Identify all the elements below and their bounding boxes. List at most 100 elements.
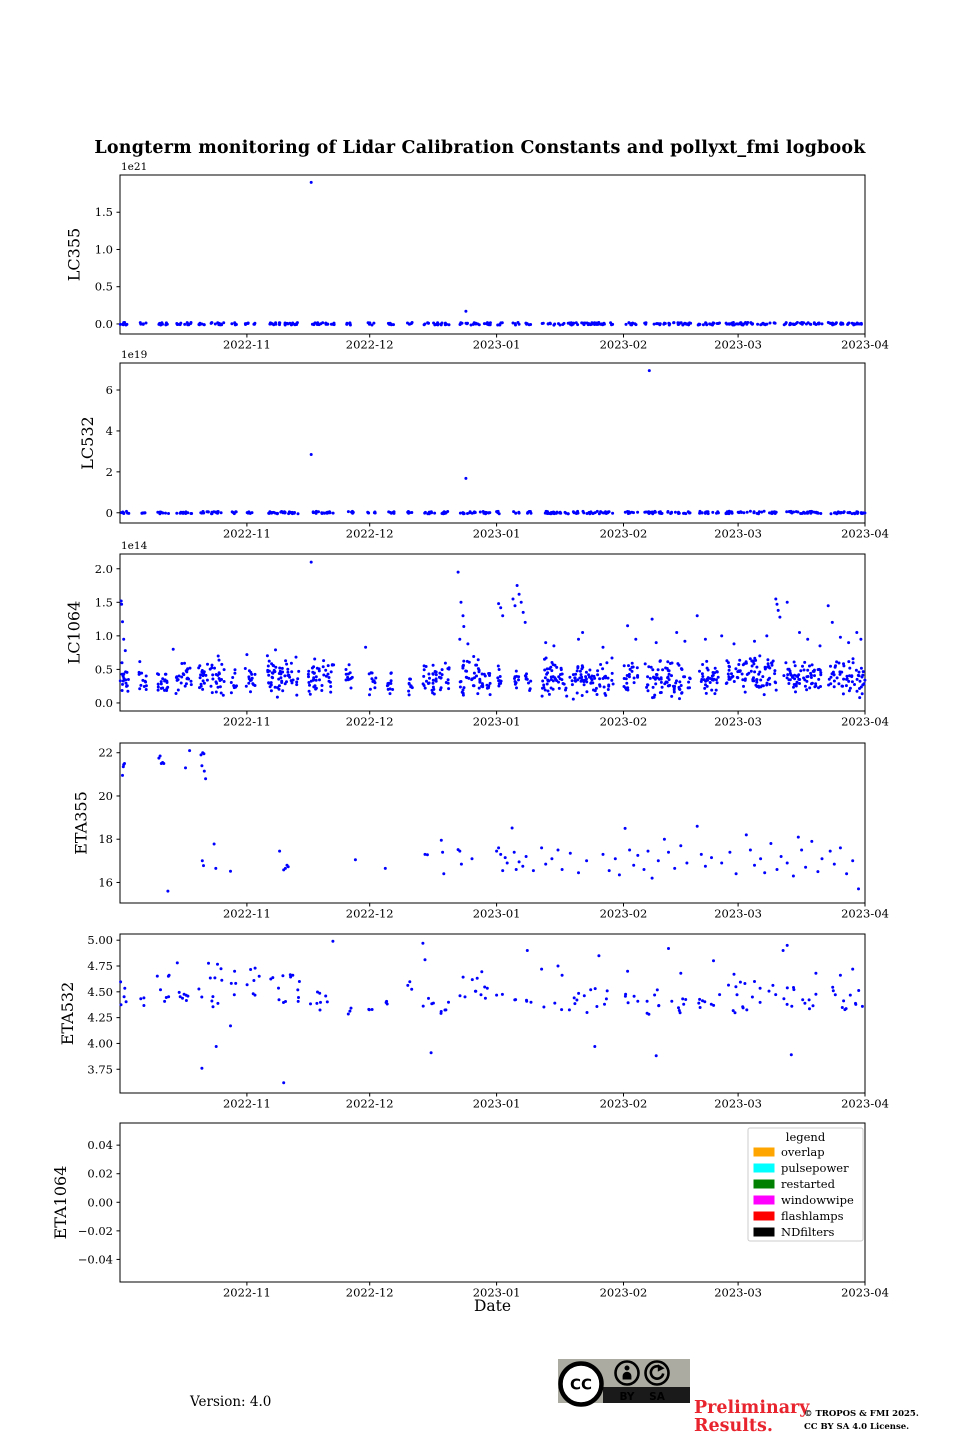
x-axis-title: Date <box>473 1297 512 1315</box>
y-tick-label: 5.00 <box>87 933 113 947</box>
scatter-points <box>119 939 864 1085</box>
legend-swatch-NDfilters <box>753 1227 775 1237</box>
x-tick-label: 2023-01 <box>473 1097 521 1111</box>
y-tick-label: 4.75 <box>87 959 113 973</box>
x-tick-label: 2023-03 <box>714 338 762 352</box>
legend-swatch-flashlamps <box>753 1211 775 1221</box>
y-tick-label: 6 <box>106 383 113 397</box>
y-tick-label: 2 <box>106 465 113 479</box>
x-tick-label: 2023-01 <box>473 907 521 921</box>
y-tick-label: 4.00 <box>87 1036 113 1050</box>
cc-license-badge: CC BY SA <box>558 1359 690 1407</box>
preliminary-line-2: Results. <box>694 1416 773 1436</box>
version-label: Version: 4.0 <box>190 1394 272 1410</box>
x-tick-label: 2023-03 <box>714 715 762 729</box>
x-tick-label: 2023-03 <box>714 907 762 921</box>
y-tick-label: 22 <box>98 746 113 760</box>
x-tick-label: 2023-04 <box>841 338 889 352</box>
y-tick-label: 3.75 <box>87 1062 113 1076</box>
y-tick-label: 1.0 <box>95 629 113 643</box>
by-label: BY <box>619 1391 634 1403</box>
x-tick-label: 2023-03 <box>714 1097 762 1111</box>
x-tick-label: 2022-12 <box>346 338 394 352</box>
y-tick-label: 18 <box>98 832 113 846</box>
y-axis-label-lc532: LC532 <box>78 416 97 469</box>
copyright-line-1: © TROPOS & FMI 2025. <box>804 1409 919 1419</box>
x-tick-label: 2023-03 <box>714 527 762 541</box>
figure-canvas: Longterm monitoring of Lidar Calibration… <box>0 0 960 1440</box>
chart-svg: 2022-11 2022-12 2023-01 2023-02 2023-03 2023-… <box>51 161 889 1300</box>
y-tick-label: 0.5 <box>95 280 113 294</box>
y-tick-label: 0.5 <box>95 662 113 676</box>
copyright-note: © TROPOS & FMI 2025. CC BY SA 4.0 Licens… <box>804 1408 919 1434</box>
y-tick-label: 4 <box>106 424 113 438</box>
x-tick-label: 2022-11 <box>223 715 271 729</box>
y-tick-label: 1.5 <box>95 205 113 219</box>
y-tick-label: −0.04 <box>78 1252 113 1266</box>
legend-label-overlap: overlap <box>781 1145 825 1159</box>
subplot-eta355: 2022-11 2022-12 2023-01 2023-02 2023-03 2023-… <box>71 742 889 921</box>
x-tick-label: 2023-02 <box>600 1097 648 1111</box>
y-axis-label-lc355: LC355 <box>65 228 84 281</box>
x-tick-label: 2023-02 <box>600 338 648 352</box>
subplot-eta532: 2022-11 2022-12 2023-01 2023-02 2023-03 2023-… <box>58 933 889 1110</box>
x-tick-label: 2022-11 <box>223 1097 271 1111</box>
y-tick-label: 0.0 <box>95 317 113 331</box>
y-tick-label: 1.0 <box>95 242 113 256</box>
x-tick-label: 2022-12 <box>346 527 394 541</box>
copyright-line-2: CC BY SA 4.0 License. <box>804 1422 910 1432</box>
x-tick-label: 2023-01 <box>473 338 521 352</box>
x-tick-label: 2023-02 <box>600 527 648 541</box>
y-axis-label-lc1064: LC1064 <box>65 601 84 665</box>
y-axis-offset-text: 1e14 <box>121 540 148 552</box>
legend-label-NDfilters: NDfilters <box>781 1225 835 1239</box>
cc-icon-label: CC <box>570 1376 592 1394</box>
y-axis-label-eta1064: ETA1064 <box>51 1166 70 1240</box>
subplot-lc355: 2022-11 2022-12 2023-01 2023-02 2023-03 2023-… <box>65 161 889 352</box>
y-axis-label-eta355: ETA355 <box>71 791 90 855</box>
x-tick-label: 2022-12 <box>346 907 394 921</box>
legend-label-restarted: restarted <box>781 1177 836 1191</box>
x-tick-label: 2023-02 <box>600 907 648 921</box>
y-tick-label: 4.50 <box>87 985 113 999</box>
legend-title: legend <box>786 1130 826 1144</box>
y-axis-offset-text: 1e19 <box>121 349 147 361</box>
scatter-points <box>118 180 863 327</box>
x-tick-label: 2022-12 <box>346 715 394 729</box>
scatter-points <box>121 749 860 893</box>
subplot-lc532: 2022-11 2022-12 2023-01 2023-02 2023-03 2023-… <box>78 349 889 541</box>
legend-swatch-restarted <box>753 1179 775 1189</box>
x-tick-label: 2023-04 <box>841 907 889 921</box>
x-tick-label: 2023-04 <box>841 715 889 729</box>
legend-swatch-overlap <box>753 1147 775 1157</box>
legend-swatch-pulsepower <box>753 1163 775 1173</box>
scatter-points <box>118 560 867 701</box>
y-axis-offset-text: 1e21 <box>121 161 147 173</box>
y-tick-label: 0.04 <box>87 1138 113 1152</box>
x-tick-label: 2023-01 <box>473 715 521 729</box>
legend-label-pulsepower: pulsepower <box>781 1161 849 1175</box>
y-tick-label: 1.5 <box>95 595 113 609</box>
legend-label-windowwipe: windowwipe <box>781 1193 854 1207</box>
y-tick-label: −0.02 <box>78 1224 113 1238</box>
badge-black-strip <box>603 1387 690 1403</box>
sa-label: SA <box>649 1391 666 1403</box>
y-tick-label: 0.02 <box>87 1167 113 1181</box>
preliminary-line-1: Preliminary <box>694 1398 810 1418</box>
y-tick-label: 0.00 <box>87 1195 113 1209</box>
x-tick-label: 2023-01 <box>473 527 521 541</box>
y-tick-label: 0 <box>106 506 113 520</box>
x-tick-label: 2023-04 <box>841 1097 889 1111</box>
x-tick-label: 2022-11 <box>223 338 271 352</box>
y-tick-label: 2.0 <box>95 562 113 576</box>
legend: legendoverlap pulsepower restarted windowwi… <box>747 1127 864 1242</box>
x-tick-label: 2023-02 <box>600 715 648 729</box>
x-tick-label: 2022-11 <box>223 907 271 921</box>
subplot-lc1064: 2022-11 2022-12 2023-01 2023-02 2023-03 2023-… <box>65 540 889 729</box>
y-tick-label: 4.25 <box>87 1011 113 1025</box>
x-tick-label: 2022-12 <box>346 1097 394 1111</box>
legend-label-flashlamps: flashlamps <box>781 1209 844 1223</box>
y-axis-label-eta532: ETA532 <box>58 982 77 1046</box>
legend-swatch-windowwipe <box>753 1195 775 1205</box>
y-tick-label: 0.0 <box>95 696 113 710</box>
